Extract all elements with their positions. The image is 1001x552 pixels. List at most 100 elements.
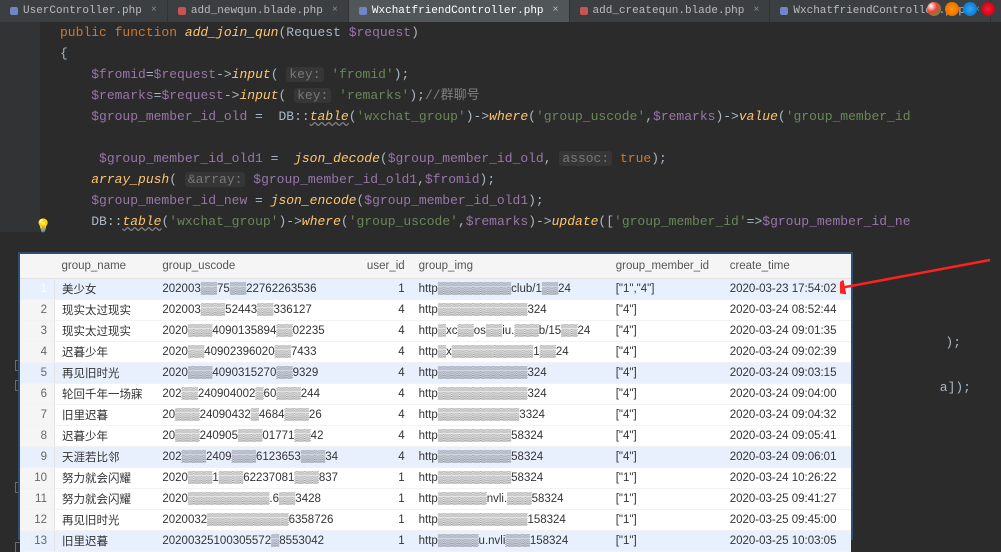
cell[interactable]: 10	[20, 468, 55, 489]
cell[interactable]: 9	[20, 447, 55, 468]
opera-icon[interactable]	[981, 2, 995, 16]
cell[interactable]: 2020▒▒▒4090315270▒▒9329	[155, 363, 356, 384]
cell[interactable]: ["4"]	[609, 447, 723, 468]
close-icon[interactable]: ×	[553, 0, 559, 22]
cell[interactable]: ["4"]	[609, 384, 723, 405]
table-row[interactable]: 11努力就会闪耀2020▒▒▒▒▒▒▒▒▒▒.6▒▒34281http▒▒▒▒▒…	[20, 489, 851, 510]
cell[interactable]: 2020▒▒40902396020▒▒7433	[155, 342, 356, 363]
table-row[interactable]: 8迟暮少年20▒▒▒240905▒▒▒01771▒▒424http▒▒▒▒▒▒▒…	[20, 426, 851, 447]
cell[interactable]: ["4"]	[609, 321, 723, 342]
cell[interactable]: 再见旧时光	[55, 510, 156, 531]
cell[interactable]: http▒x▒▒▒▒▒▒▒▒▒▒1▒▒24	[412, 342, 609, 363]
cell[interactable]: http▒▒▒▒▒▒▒▒▒▒▒324	[412, 384, 609, 405]
cell[interactable]: http▒▒▒▒▒▒▒▒▒▒▒324	[412, 300, 609, 321]
cell[interactable]: http▒▒▒▒▒▒▒▒▒▒▒324	[412, 363, 609, 384]
close-icon[interactable]: ×	[151, 0, 157, 22]
cell[interactable]: 旧里迟暮	[55, 531, 156, 552]
cell[interactable]: http▒▒▒▒▒▒▒▒▒▒3324	[412, 405, 609, 426]
editor-tab[interactable]: add_newqun.blade.php×	[168, 0, 349, 22]
cell[interactable]: 努力就会闪耀	[55, 489, 156, 510]
cell[interactable]: 2020-03-25 09:45:00	[723, 510, 851, 531]
code-editor[interactable]: 💡 public function add_join_qun(Request $…	[0, 22, 1001, 232]
cell[interactable]: 4	[357, 300, 412, 321]
intention-bulb-icon[interactable]: 💡	[35, 216, 51, 237]
cell[interactable]: 2020▒▒▒▒▒▒▒▒▒▒.6▒▒3428	[155, 489, 356, 510]
col-group-uscode[interactable]: group_uscode	[155, 254, 356, 279]
cell[interactable]: 3	[20, 321, 55, 342]
firefox-icon[interactable]	[945, 2, 959, 16]
cell[interactable]: 202003▒▒▒52443▒▒336127	[155, 300, 356, 321]
cell[interactable]: 2020-03-24 09:03:15	[723, 363, 851, 384]
table-row[interactable]: 7旧里迟暮20▒▒▒24090432▒4684▒▒▒264http▒▒▒▒▒▒▒…	[20, 405, 851, 426]
cell[interactable]: 4	[20, 342, 55, 363]
cell[interactable]: 2020-03-24 09:04:32	[723, 405, 851, 426]
cell[interactable]: 6	[20, 384, 55, 405]
cell[interactable]: 20200325100305572▒8553042	[155, 531, 356, 552]
cell[interactable]: 4	[357, 342, 412, 363]
cell[interactable]: 1	[357, 510, 412, 531]
cell[interactable]: 迟暮少年	[55, 342, 156, 363]
cell[interactable]: 2020▒▒▒4090135894▒▒02235	[155, 321, 356, 342]
edge-icon[interactable]	[963, 2, 977, 16]
cell[interactable]: 11	[20, 489, 55, 510]
cell[interactable]: 现实太过现实	[55, 321, 156, 342]
table-row[interactable]: 6轮回千年一场寐202▒▒240904002▒60▒▒▒2444http▒▒▒▒…	[20, 384, 851, 405]
cell[interactable]: ["1"]	[609, 489, 723, 510]
cell[interactable]: 轮回千年一场寐	[55, 384, 156, 405]
cell[interactable]: http▒▒▒▒▒▒▒▒▒58324	[412, 447, 609, 468]
col-create-time[interactable]: create_time	[723, 254, 851, 279]
cell[interactable]: 2020-03-25 10:03:05	[723, 531, 851, 552]
col-rownum[interactable]	[20, 254, 55, 279]
cell[interactable]: http▒▒▒▒▒▒▒▒▒58324	[412, 468, 609, 489]
col-group-name[interactable]: group_name	[55, 254, 156, 279]
col-user-id[interactable]: user_id	[357, 254, 412, 279]
cell[interactable]: ["1"]	[609, 531, 723, 552]
cell[interactable]: 2020▒▒▒1▒▒▒62237081▒▒▒837	[155, 468, 356, 489]
cell[interactable]: ["4"]	[609, 300, 723, 321]
cell[interactable]: 1	[357, 468, 412, 489]
cell[interactable]: 2020-03-24 10:26:22	[723, 468, 851, 489]
editor-tab[interactable]: add_createqun.blade.php×	[570, 0, 771, 22]
cell[interactable]: 8	[20, 426, 55, 447]
cell[interactable]: 1	[357, 279, 412, 300]
cell[interactable]: 4	[357, 321, 412, 342]
table-row[interactable]: 2现实太过现实202003▒▒▒52443▒▒3361274http▒▒▒▒▒▒…	[20, 300, 851, 321]
cell[interactable]: 2020032▒▒▒▒▒▒▒▒▒▒6358726	[155, 510, 356, 531]
close-icon[interactable]: ×	[753, 0, 759, 22]
editor-tab[interactable]: WxchatfriendController.php×	[349, 0, 570, 22]
cell[interactable]: 再见旧时光	[55, 363, 156, 384]
cell[interactable]: http▒▒▒▒▒▒nvli.▒▒▒58324	[412, 489, 609, 510]
cell[interactable]: 13	[20, 531, 55, 552]
cell[interactable]: http▒xc▒▒os▒▒iu.▒▒▒b/15▒▒24	[412, 321, 609, 342]
cell[interactable]: 202003▒▒75▒▒22762263536	[155, 279, 356, 300]
cell[interactable]: 旧里迟暮	[55, 405, 156, 426]
table-row[interactable]: 5再见旧时光2020▒▒▒4090315270▒▒93294http▒▒▒▒▒▒…	[20, 363, 851, 384]
cell[interactable]: 1	[357, 489, 412, 510]
col-group-img[interactable]: group_img	[412, 254, 609, 279]
cell[interactable]: 美少女	[55, 279, 156, 300]
cell[interactable]: 4	[357, 384, 412, 405]
cell[interactable]: 2020-03-24 09:05:41	[723, 426, 851, 447]
table-row[interactable]: 3现实太过现实2020▒▒▒4090135894▒▒022354http▒xc▒…	[20, 321, 851, 342]
cell[interactable]: 4	[357, 426, 412, 447]
cell[interactable]: ["1","4"]	[609, 279, 723, 300]
cell[interactable]: 2	[20, 300, 55, 321]
cell[interactable]: 2020-03-25 09:41:27	[723, 489, 851, 510]
cell[interactable]: 4	[357, 363, 412, 384]
cell[interactable]: 2020-03-24 09:06:01	[723, 447, 851, 468]
cell[interactable]: 1	[20, 279, 55, 300]
cell[interactable]: 1	[357, 531, 412, 552]
table-row[interactable]: 4迟暮少年2020▒▒40902396020▒▒74334http▒x▒▒▒▒▒…	[20, 342, 851, 363]
chrome-icon[interactable]	[927, 2, 941, 16]
cell[interactable]: 2020-03-24 09:04:00	[723, 384, 851, 405]
cell[interactable]: 迟暮少年	[55, 426, 156, 447]
editor-tab[interactable]: UserController.php×	[0, 0, 168, 22]
cell[interactable]: 202▒▒▒2409▒▒▒6123653▒▒▒34	[155, 447, 356, 468]
cell[interactable]: ["1"]	[609, 468, 723, 489]
cell[interactable]: 20▒▒▒240905▒▒▒01771▒▒42	[155, 426, 356, 447]
cell[interactable]: 2020-03-24 08:52:44	[723, 300, 851, 321]
cell[interactable]: http▒▒▒▒▒u.nvli▒▒▒158324	[412, 531, 609, 552]
cell[interactable]: 4	[357, 405, 412, 426]
cell[interactable]: ["4"]	[609, 426, 723, 447]
col-group-member-id[interactable]: group_member_id	[609, 254, 723, 279]
